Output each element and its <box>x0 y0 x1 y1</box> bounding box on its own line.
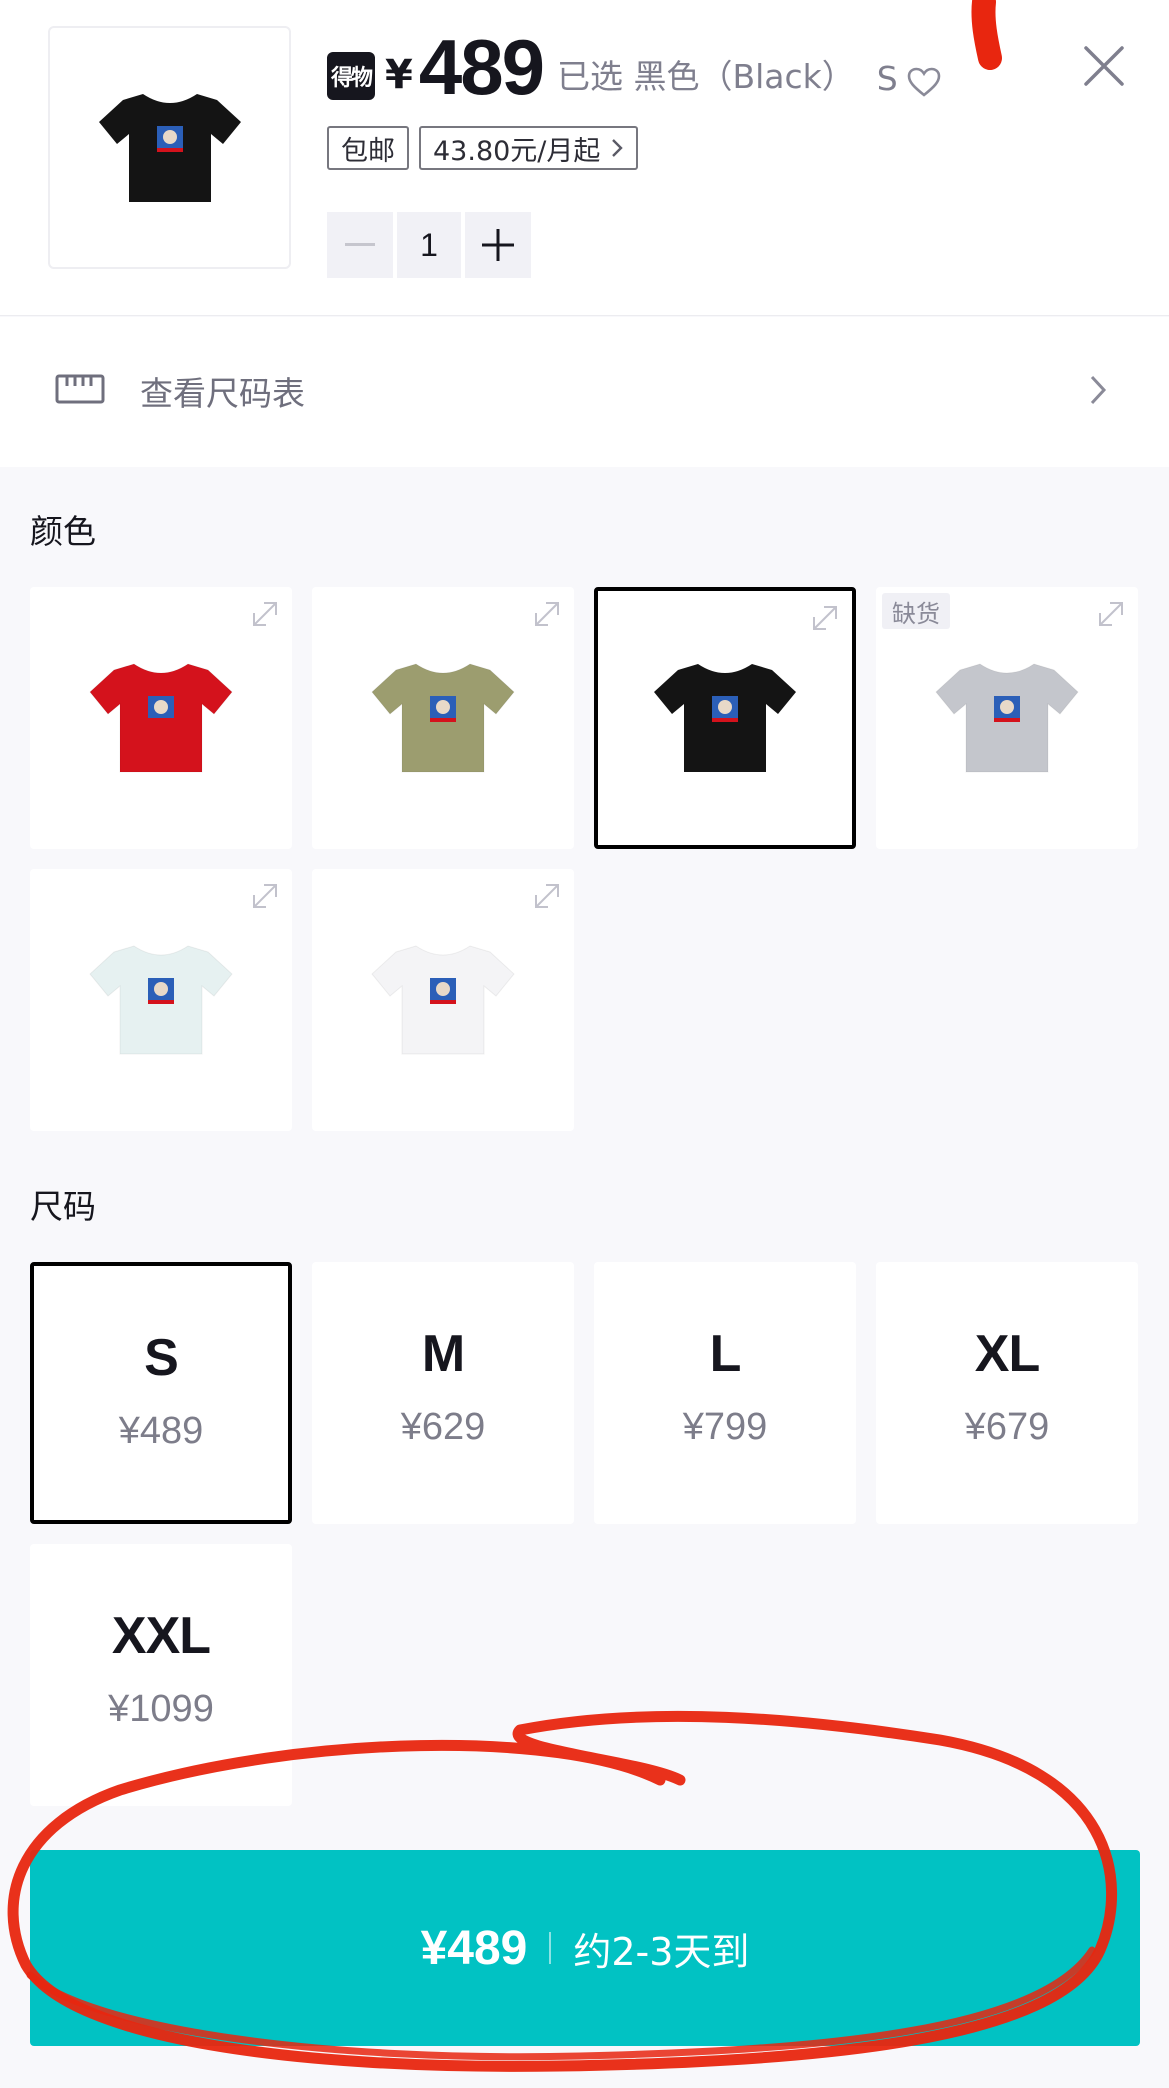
heart-icon[interactable] <box>906 66 942 98</box>
color-section-title: 颜色 <box>30 512 96 551</box>
selected-size: S <box>876 59 898 98</box>
color-option-3[interactable] <box>594 587 856 849</box>
installment-tag[interactable]: 43.80元/月起 <box>419 126 639 170</box>
expand-icon[interactable] <box>532 881 562 915</box>
color-option-1[interactable] <box>30 587 292 849</box>
out-of-stock-badge: 缺货 <box>882 593 950 629</box>
close-icon <box>1084 46 1124 86</box>
size-option-xl[interactable]: XL ¥679 <box>876 1262 1138 1524</box>
size-price: ¥679 <box>964 1406 1050 1448</box>
size-option-s[interactable]: S ¥489 <box>30 1262 292 1524</box>
tag-row: 包邮 43.80元/月起 <box>327 126 639 170</box>
free-shipping-tag: 包邮 <box>327 126 409 170</box>
increase-button[interactable] <box>465 212 531 278</box>
size-section-title: 尺码 <box>30 1187 96 1226</box>
price-row: 得物 ¥ 489 已选 黑色（Black） S <box>327 22 942 112</box>
color-option-5[interactable] <box>30 869 292 1131</box>
buy-price: ¥489 <box>420 1921 528 1975</box>
brand-logo: 得物 <box>327 52 375 100</box>
tshirt-image <box>98 93 241 202</box>
product-thumbnail[interactable] <box>48 26 291 269</box>
ruler-icon <box>55 374 105 408</box>
tshirt-image <box>89 945 233 1055</box>
size-price: ¥799 <box>682 1406 768 1448</box>
size-option-l[interactable]: L ¥799 <box>594 1262 856 1524</box>
chevron-right-icon <box>1088 373 1108 411</box>
color-option-4[interactable]: 缺货 <box>876 587 1138 849</box>
tshirt-image <box>371 663 515 773</box>
size-label: XL <box>974 1325 1040 1383</box>
selected-variant: 已选 黑色（Black） <box>556 57 855 96</box>
color-option-2[interactable] <box>312 587 574 849</box>
chevron-right-icon <box>610 137 624 159</box>
buy-divider <box>549 1932 552 1964</box>
size-chart-label: 查看尺码表 <box>140 374 305 413</box>
product-price: 489 <box>418 23 545 111</box>
tshirt-image <box>371 945 515 1055</box>
size-option-m[interactable]: M ¥629 <box>312 1262 574 1524</box>
currency-symbol: ¥ <box>385 52 413 98</box>
product-header: 得物 ¥ 489 已选 黑色（Black） S 包邮 43.80元/月起 1 <box>0 0 1169 316</box>
close-button[interactable] <box>1078 40 1130 92</box>
expand-icon[interactable] <box>532 599 562 633</box>
delivery-eta: 约2-3天到 <box>573 1929 750 1974</box>
tshirt-image <box>654 664 796 772</box>
tshirt-image <box>935 663 1079 773</box>
expand-icon[interactable] <box>810 603 840 637</box>
decrease-button[interactable] <box>327 212 393 278</box>
plus-icon <box>482 229 514 261</box>
expand-icon[interactable] <box>250 599 280 633</box>
quantity-value[interactable]: 1 <box>397 212 461 278</box>
quantity-stepper: 1 <box>327 212 531 278</box>
size-label: L <box>709 1325 742 1383</box>
size-chart-link[interactable]: 查看尺码表 <box>0 317 1169 467</box>
expand-icon[interactable] <box>1096 599 1126 633</box>
size-price: ¥489 <box>118 1410 204 1452</box>
color-option-6[interactable] <box>312 869 574 1131</box>
size-label: S <box>144 1329 179 1387</box>
minus-icon <box>345 243 375 246</box>
size-option-xxl[interactable]: XXL ¥1099 <box>30 1544 292 1806</box>
tshirt-image <box>89 663 233 773</box>
expand-icon[interactable] <box>250 881 280 915</box>
size-price: ¥1099 <box>108 1688 214 1730</box>
size-price: ¥629 <box>400 1406 486 1448</box>
size-label: XXL <box>111 1607 211 1665</box>
buy-button[interactable]: ¥489 约2-3天到 <box>30 1850 1140 2046</box>
size-label: M <box>421 1325 465 1383</box>
